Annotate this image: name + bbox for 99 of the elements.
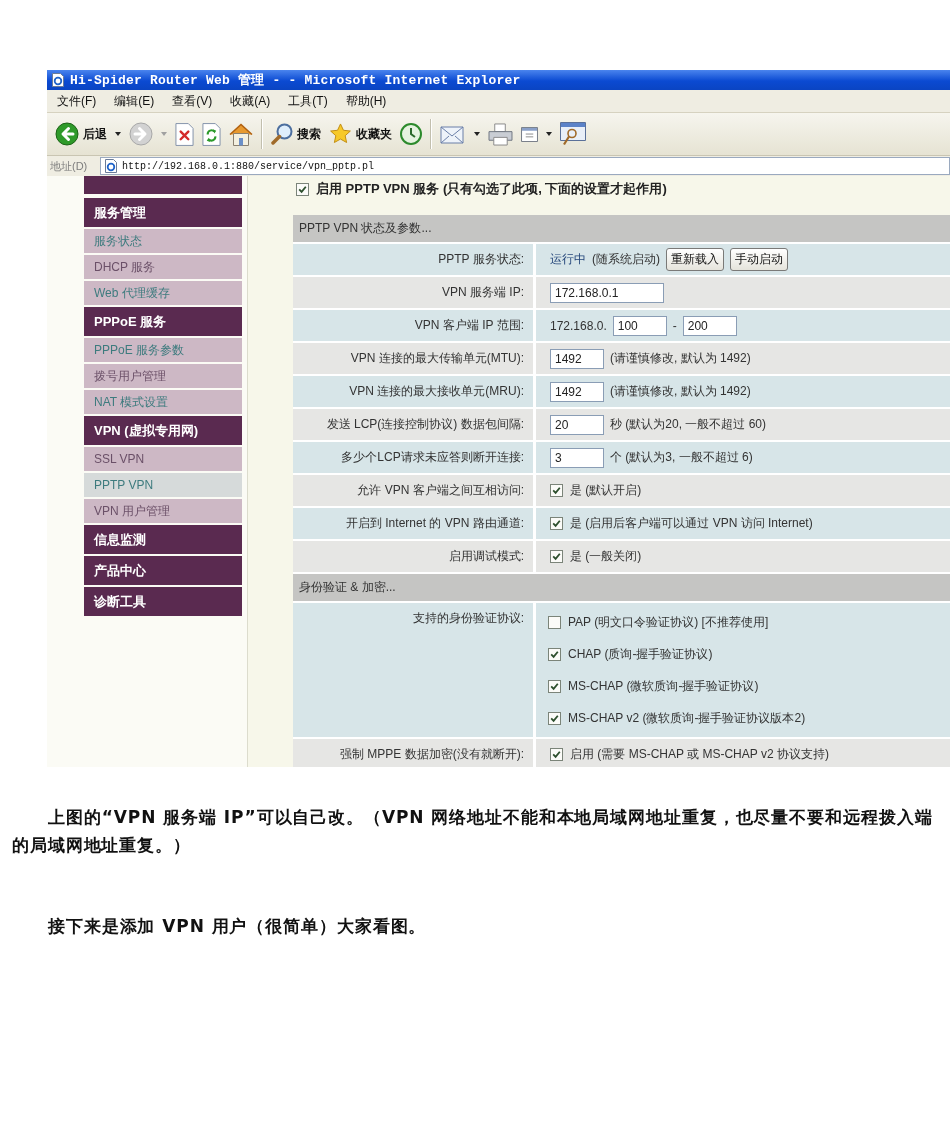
field-label: 多少个LCP请求未应答则断开连接: [293, 442, 533, 473]
field-note: 秒 (默认为20, 一般不超过 60) [610, 416, 767, 433]
menu-item[interactable]: 编辑(E) [108, 90, 161, 112]
field-label: 强制 MPPE 数据加密(没有就断开): [293, 739, 533, 767]
back-button[interactable]: 后退 [55, 119, 121, 149]
checkbox[interactable] [548, 615, 561, 629]
checkbox-label: MS-CHAP v2 (微软质询-握手验证协议版本2) [568, 709, 806, 727]
input-field[interactable]: 100 [612, 315, 667, 336]
field-label: 开启到 Internet 的 VPN 路由通道: [293, 508, 533, 539]
window-magnifier-icon [560, 122, 586, 146]
caret-icon[interactable] [474, 132, 480, 136]
section-header: 身份验证 & 加密... [293, 574, 950, 601]
input-field[interactable]: 200 [682, 315, 737, 336]
checkbox[interactable] [550, 517, 563, 530]
field-label: 启用调试模式: [293, 541, 533, 572]
house-icon [229, 122, 253, 146]
tick-icon [551, 518, 562, 529]
field-label: PPTP 服务状态: [293, 244, 533, 275]
sidebar-header[interactable]: VPN (虚拟专用网) [84, 416, 242, 445]
tick-icon [551, 485, 562, 496]
menu-item[interactable]: 收藏(A) [224, 90, 277, 112]
tick-icon [297, 183, 308, 195]
field-note: (随系统启动) [592, 251, 660, 268]
window-title: Hi-Spider Router Web 管理 - - Microsoft Internet Explorer [70, 72, 521, 89]
menu-item[interactable]: 帮助(H) [339, 90, 393, 112]
input-field[interactable]: 1492 [550, 381, 604, 402]
sidebar-header[interactable]: 服务管理 [84, 198, 242, 227]
printer-icon [488, 122, 513, 146]
field-note: 172.168.0. [550, 318, 607, 333]
sidebar-header[interactable]: 产品中心 [84, 556, 242, 585]
checkbox-label: 是 (启用后客户端可以通过 VPN 访问 Internet) [570, 515, 813, 532]
document-cross-icon [175, 122, 194, 146]
tick-icon [551, 749, 562, 760]
section-header: PPTP VPN 状态及参数... [293, 215, 950, 242]
forward-icon [129, 122, 153, 146]
field-note: (请谨慎修改, 默认为 1492) [610, 383, 751, 400]
checkbox-label: 是 (一般关闭) [570, 548, 642, 565]
checkbox[interactable] [550, 748, 563, 761]
checkbox-label: MS-CHAP (微软质询-握手验证协议) [568, 677, 759, 695]
sidebar-item[interactable]: VPN 用户管理 [84, 499, 242, 523]
checkbox[interactable] [550, 550, 563, 563]
document-icon [521, 126, 538, 142]
menu-item[interactable]: 文件(F) [51, 90, 103, 112]
sidebar-item[interactable]: PPTP VPN [84, 473, 242, 497]
clock-icon [400, 123, 422, 145]
back-icon [55, 122, 79, 146]
favorites-button[interactable]: 收藏夹 [329, 119, 392, 149]
sidebar-header[interactable]: PPPoE 服务 [84, 307, 242, 336]
checkbox[interactable] [548, 647, 561, 661]
document-arrows-icon [202, 122, 221, 146]
field-label: VPN 连接的最大传输单元(MTU): [293, 343, 533, 374]
field-label: VPN 连接的最大接收单元(MRU): [293, 376, 533, 407]
caret-icon[interactable] [115, 132, 121, 136]
menu-item[interactable]: 查看(V) [166, 90, 219, 112]
form-button[interactable]: 手动启动 [730, 248, 788, 271]
input-field[interactable]: 20 [550, 414, 604, 435]
tick-icon [549, 648, 560, 660]
sidebar-header[interactable]: 信息监测 [84, 525, 242, 554]
address-label: 地址(D) [50, 158, 89, 174]
checkbox[interactable] [550, 484, 563, 497]
sidebar-item[interactable]: SSL VPN [84, 447, 242, 471]
field-label: 发送 LCP(连接控制协议) 数据包间隔: [293, 409, 533, 440]
checkbox-label: CHAP (质询-握手验证协议) [568, 645, 713, 663]
caret-icon[interactable] [546, 132, 552, 136]
sidebar-item[interactable]: DHCP 服务 [84, 255, 242, 279]
checkbox[interactable] [548, 679, 561, 693]
tick-icon [549, 712, 560, 724]
field-note: (请谨慎修改, 默认为 1492) [610, 350, 751, 367]
field-note: - [672, 318, 677, 333]
tick-icon [549, 680, 560, 692]
paragraph: 上图的“VPN 服务端 IP”可以自己改。（VPN 网络地址不能和本地局域网地址重复，也尽量不要和远程拨入端的局域网地址重复。） [12, 806, 934, 857]
star-icon [329, 123, 352, 145]
checkbox-label: 启用 (需要 MS-CHAP 或 MS-CHAP v2 协议支持) [570, 746, 829, 763]
menu-item[interactable]: 工具(T) [282, 90, 334, 112]
address-field[interactable]: http://192.168.0.1:880/service/vpn_pptp.pl [100, 157, 950, 175]
tick-icon [551, 551, 562, 562]
field-label: VPN 客户端 IP 范围: [293, 310, 533, 341]
page-icon [104, 159, 118, 173]
field-note: 个 (默认为3, 一般不超过 6) [610, 449, 753, 466]
field-label: 支持的身份验证协议: [293, 603, 533, 737]
envelope-icon [440, 124, 466, 144]
sidebar-header[interactable]: 诊断工具 [84, 587, 242, 616]
checkbox-label: PAP (明文口令验证协议) [不推荐使用] [568, 613, 769, 631]
form-button[interactable]: 重新载入 [666, 248, 724, 271]
field-label: 允许 VPN 客户端之间互相访问: [293, 475, 533, 506]
sidebar-item[interactable]: 拨号用户管理 [84, 364, 242, 388]
input-field[interactable]: 1492 [550, 348, 604, 369]
checkbox[interactable] [296, 182, 309, 196]
checkbox-label: 启用 PPTP VPN 服务 (只有勾选了此项, 下面的设置才起作用) [316, 180, 667, 198]
page-icon [51, 73, 65, 87]
checkbox[interactable] [548, 711, 561, 725]
checkbox-label: 是 (默认开启) [570, 482, 642, 499]
input-field[interactable]: 3 [550, 447, 604, 468]
field-label: VPN 服务端 IP: [293, 277, 533, 308]
paragraph: 接下来是添加 VPN 用户（很简单）大家看图。 [46, 915, 428, 938]
input-field[interactable]: 172.168.0.1 [550, 282, 664, 303]
status-text: 运行中 [550, 251, 586, 268]
search-button[interactable]: 搜索 [271, 119, 321, 149]
search-icon [271, 123, 293, 145]
